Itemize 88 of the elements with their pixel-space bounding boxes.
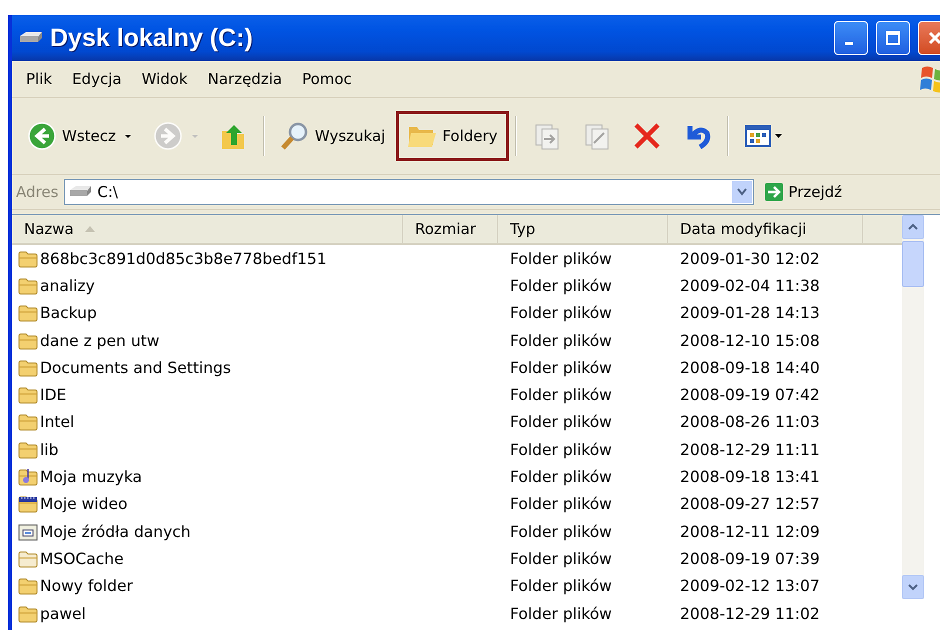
minimize-icon: [845, 42, 853, 44]
menu-item[interactable]: Narzędzia: [200, 68, 290, 90]
video-folder-icon: [18, 495, 38, 514]
folder-icon: [18, 304, 38, 322]
file-name-cell[interactable]: Backup: [12, 300, 403, 327]
modified-date-cell-text: 2009-02-04 11:38: [679, 276, 821, 297]
address-field[interactable]: C:\: [64, 179, 754, 205]
file-type-cell-text: Folder plików: [509, 522, 613, 543]
dropdown-button[interactable]: [732, 181, 752, 203]
menu-item[interactable]: Plik: [18, 68, 60, 90]
file-name-cell[interactable]: 868bc3c891d0d85c3b8e778bedf151: [12, 245, 403, 272]
close-icon: [927, 30, 940, 46]
folder-icon: [18, 577, 38, 596]
modified-date-cell-text: 2008-12-10 15:08: [679, 330, 821, 352]
modified-date-cell-text: 2009-02-12 13:07: [679, 576, 821, 598]
modified-date-cell-text: 2008-09-19 07:39: [679, 548, 821, 570]
folders-button[interactable]: Foldery: [396, 111, 509, 161]
modified-date-cell-text: 2008-09-27 12:57: [679, 494, 821, 516]
file-name-cell[interactable]: Moja muzyka: [12, 463, 403, 491]
drive-icon: [69, 185, 94, 199]
search-button[interactable]: Wyszukaj: [270, 111, 394, 161]
views-icon: [744, 123, 784, 149]
file-type-cell-text: Folder plików: [509, 248, 613, 270]
maximize-button[interactable]: [876, 21, 910, 55]
file-type-cell-text: Folder plików: [509, 440, 613, 461]
file-type-cell-text: Folder plików: [509, 330, 613, 352]
window-title: Dysk lokalny (C:): [50, 24, 253, 52]
modified-date-cell-text: 2009-01-28 14:13: [679, 303, 821, 324]
file-type-cell-text: Folder plików: [509, 576, 613, 598]
menu-item[interactable]: Edycja: [64, 68, 130, 90]
file-name-cell[interactable]: Nowy folder: [12, 572, 403, 600]
file-name-cell[interactable]: analizy: [12, 272, 403, 300]
file-type-cell-text: Folder plików: [509, 358, 613, 379]
file-name-cell[interactable]: dane z pen utw: [12, 326, 403, 354]
file-type-cell-text: Folder plików: [509, 303, 613, 324]
folder-icon: [18, 358, 38, 377]
search-icon: [280, 121, 310, 151]
folder-icon: [18, 550, 38, 568]
file-name-cell[interactable]: IDE: [12, 381, 403, 409]
menu-item[interactable]: Pomoc: [294, 68, 360, 90]
folder-icon: [18, 440, 38, 459]
scrollbar-thumb[interactable]: [902, 241, 924, 287]
chevron-down-icon: [908, 583, 918, 591]
maximize-icon: [885, 30, 901, 46]
column-header[interactable]: Rozmiar: [403, 215, 498, 243]
modified-date-cell-text: 2008-12-11 12:09: [679, 522, 821, 543]
modified-date-cell-text: 2008-08-26 11:03: [679, 412, 821, 434]
folder-icon: [18, 413, 38, 432]
file-type-cell-text: Folder plików: [509, 412, 613, 434]
file-name-cell[interactable]: lib: [12, 436, 403, 464]
column-header[interactable]: Data modyfikacji: [668, 215, 863, 243]
folder-icon: [18, 276, 38, 295]
menu-item[interactable]: Widok: [134, 68, 196, 90]
file-name-cell[interactable]: Moje źródła danych: [12, 518, 403, 546]
music-folder-icon: [18, 468, 38, 486]
folder-icon: [18, 250, 38, 268]
modified-date-cell-text: 2009-01-30 12:02: [679, 248, 821, 270]
windows-logo-icon: [920, 64, 940, 94]
minimize-button[interactable]: [834, 21, 868, 55]
file-name-cell[interactable]: MSOCache: [12, 545, 403, 573]
file-type-cell-text: Folder plików: [509, 604, 613, 624]
column-header[interactable]: Typ: [498, 215, 668, 243]
file-name-cell[interactable]: Moje wideo: [12, 490, 403, 518]
cross-icon: [632, 121, 662, 151]
modified-date-cell-text: 2008-09-19 07:42: [679, 385, 821, 406]
chevron-up-icon: [908, 223, 918, 231]
shortcut-folder-icon: [18, 522, 38, 541]
modified-date-cell-text: 2008-09-18 14:40: [679, 358, 821, 379]
back-button[interactable]: Wstecz: [18, 111, 142, 161]
chevron-down-icon: [737, 188, 748, 196]
go-button[interactable]: Przejdź: [760, 182, 846, 202]
file-name-cell[interactable]: Documents and Settings: [12, 354, 403, 382]
file-type-cell-text: Folder plików: [509, 276, 613, 297]
column-header[interactable]: Nazwa: [12, 215, 403, 243]
folder-icon: [18, 332, 38, 350]
address-label: Adres: [16, 183, 58, 201]
vertical-scrollbar[interactable]: [902, 215, 924, 599]
file-name-cell[interactable]: Intel: [12, 408, 403, 436]
file-name-cell[interactable]: pawel: [12, 600, 403, 628]
file-type-cell-text: Folder plików: [509, 385, 613, 406]
folder-icon: [18, 386, 38, 404]
file-type-cell-text: Folder plików: [509, 548, 613, 570]
modified-date-cell-text: 2008-09-18 13:41: [679, 467, 821, 488]
modified-date-cell-text: 2008-12-29 11:02: [679, 604, 821, 624]
modified-date-cell-text: 2008-12-29 11:11: [679, 440, 821, 461]
file-type-cell-text: Folder plików: [509, 467, 613, 488]
folder-icon: [18, 604, 38, 622]
file-type-cell-text: Folder plików: [509, 494, 613, 516]
